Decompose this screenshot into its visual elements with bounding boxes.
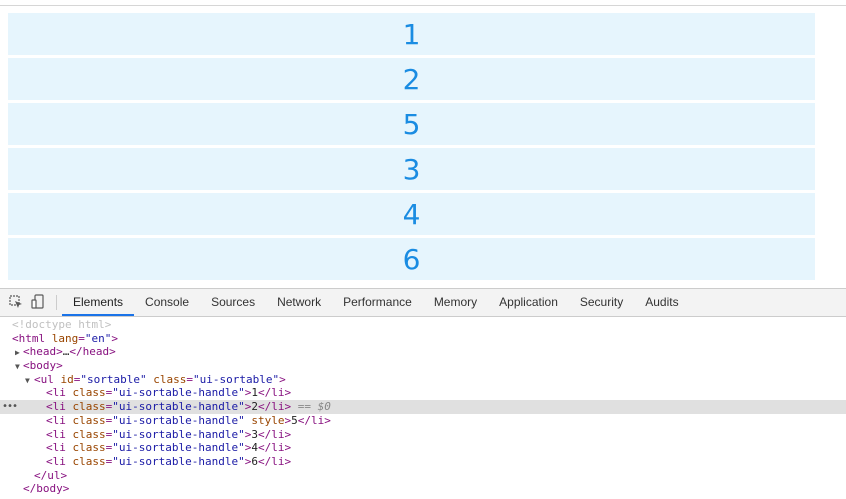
attr-name: class — [153, 372, 187, 386]
attr-value: "en" — [84, 331, 112, 345]
dom-node-li-selected[interactable]: ••• <li class="ui-sortable-handle">2</li>… — [0, 400, 846, 414]
tag-close: </head> — [69, 345, 116, 359]
attr-name: class — [72, 441, 106, 455]
inspect-element-icon[interactable] — [8, 294, 24, 310]
devtools-panel: Elements Console Sources Network Perform… — [0, 288, 846, 499]
dom-node-body[interactable]: ▼ <body> — [0, 359, 846, 373]
attr-name: class — [72, 427, 106, 441]
attr-value: "sortable" — [80, 372, 147, 386]
selected-node-marker: == $0 — [291, 400, 331, 414]
attr-value: "ui-sortable-handle" — [112, 386, 245, 400]
dom-node-html[interactable]: <html lang="en"> — [0, 332, 846, 346]
attr-name: style — [251, 413, 285, 427]
sortable-item[interactable]: 1 — [8, 13, 815, 55]
sortable-list: 1 2 5 3 4 6 — [8, 13, 815, 283]
doctype-text: <!doctype html> — [12, 318, 112, 331]
attr-name: class — [72, 400, 106, 414]
sortable-item[interactable]: 6 — [8, 238, 815, 280]
devtools-toolbar: Elements Console Sources Network Perform… — [0, 288, 846, 317]
attr-value: "ui-sortable" — [192, 372, 280, 386]
tab-application[interactable]: Application — [488, 289, 569, 316]
attr-value: "ui-sortable-handle" — [112, 441, 245, 455]
collapse-caret-icon[interactable]: ▼ — [15, 360, 20, 374]
tag-close: </ul> — [34, 468, 68, 482]
tab-memory[interactable]: Memory — [423, 289, 488, 316]
tag-open: <head> — [23, 345, 63, 359]
tag-open: <li — [46, 427, 66, 441]
collapse-caret-icon[interactable]: ▼ — [25, 374, 30, 388]
text-node: 1 — [251, 386, 258, 400]
sortable-item[interactable]: 5 — [8, 103, 815, 145]
attr-name: id — [60, 372, 74, 386]
tab-security[interactable]: Security — [569, 289, 634, 316]
attr-name: class — [72, 413, 106, 427]
expand-caret-icon[interactable]: ▶ — [15, 346, 20, 360]
tag-open: <li — [46, 441, 66, 455]
tag-open: <ul — [34, 372, 54, 386]
tab-console[interactable]: Console — [134, 289, 200, 316]
attr-value: "ui-sortable-handle" — [112, 413, 245, 427]
tag-close: </li> — [257, 454, 292, 468]
attr-value: "ui-sortable-handle" — [112, 400, 245, 414]
tag-close: </body> — [23, 482, 70, 496]
dom-tree: <!doctype html> <html lang="en"> ▶ <head>… — [0, 318, 846, 496]
tag-open: <li — [46, 413, 66, 427]
sortable-item[interactable]: 4 — [8, 193, 815, 235]
attr-name: lang — [51, 331, 79, 345]
attr-name: class — [72, 454, 106, 468]
dom-node-head[interactable]: ▶ <head>…</head> — [0, 345, 846, 359]
text-node: 5 — [291, 413, 298, 427]
sortable-item[interactable]: 2 — [8, 58, 815, 100]
tag-close: </li> — [257, 400, 292, 414]
dom-node-ul[interactable]: ▼ <ul id="sortable" class="ui-sortable"> — [0, 373, 846, 387]
tag-open: <body> — [23, 359, 63, 373]
tag-close: </li> — [297, 413, 331, 427]
text-node: 2 — [251, 400, 258, 414]
tab-sources[interactable]: Sources — [200, 289, 266, 316]
tag-open: <html — [12, 331, 46, 345]
dom-node-li[interactable]: <li class="ui-sortable-handle">4</li> — [0, 441, 846, 455]
dom-node-body-close[interactable]: </body> — [0, 482, 846, 496]
tab-elements[interactable]: Elements — [62, 289, 135, 316]
dom-node-li[interactable]: <li class="ui-sortable-handle">3</li> — [0, 428, 846, 442]
page-top-divider — [0, 5, 846, 6]
dom-node-doctype[interactable]: <!doctype html> — [0, 318, 846, 332]
tab-network[interactable]: Network — [266, 289, 332, 316]
devtools-tabs: Elements Console Sources Network Perform… — [62, 289, 690, 316]
tab-audits[interactable]: Audits — [634, 289, 689, 316]
more-options-icon[interactable]: ••• — [2, 400, 18, 414]
text-node: 6 — [251, 454, 258, 468]
tab-performance[interactable]: Performance — [332, 289, 423, 316]
attr-value: "ui-sortable-handle" — [112, 427, 245, 441]
sortable-item[interactable]: 3 — [8, 148, 815, 190]
toolbar-separator — [56, 295, 57, 310]
tag-open: <li — [46, 386, 66, 400]
text-node: 4 — [251, 441, 258, 455]
tag-open: <li — [46, 454, 66, 468]
dom-node-li[interactable]: <li class="ui-sortable-handle" style>5</… — [0, 414, 846, 428]
tag-close: </li> — [257, 441, 292, 455]
tag-close: </li> — [257, 386, 292, 400]
dom-node-li[interactable]: <li class="ui-sortable-handle">6</li> — [0, 455, 846, 469]
device-toolbar-icon[interactable] — [30, 294, 46, 310]
attr-name: class — [72, 386, 106, 400]
text-node: 3 — [251, 427, 258, 441]
dom-node-li[interactable]: <li class="ui-sortable-handle">1</li> — [0, 386, 846, 400]
dom-node-ul-close[interactable]: </ul> — [0, 469, 846, 483]
tag-close: </li> — [257, 427, 292, 441]
attr-value: "ui-sortable-handle" — [112, 454, 245, 468]
tag-open: <li — [46, 400, 66, 414]
